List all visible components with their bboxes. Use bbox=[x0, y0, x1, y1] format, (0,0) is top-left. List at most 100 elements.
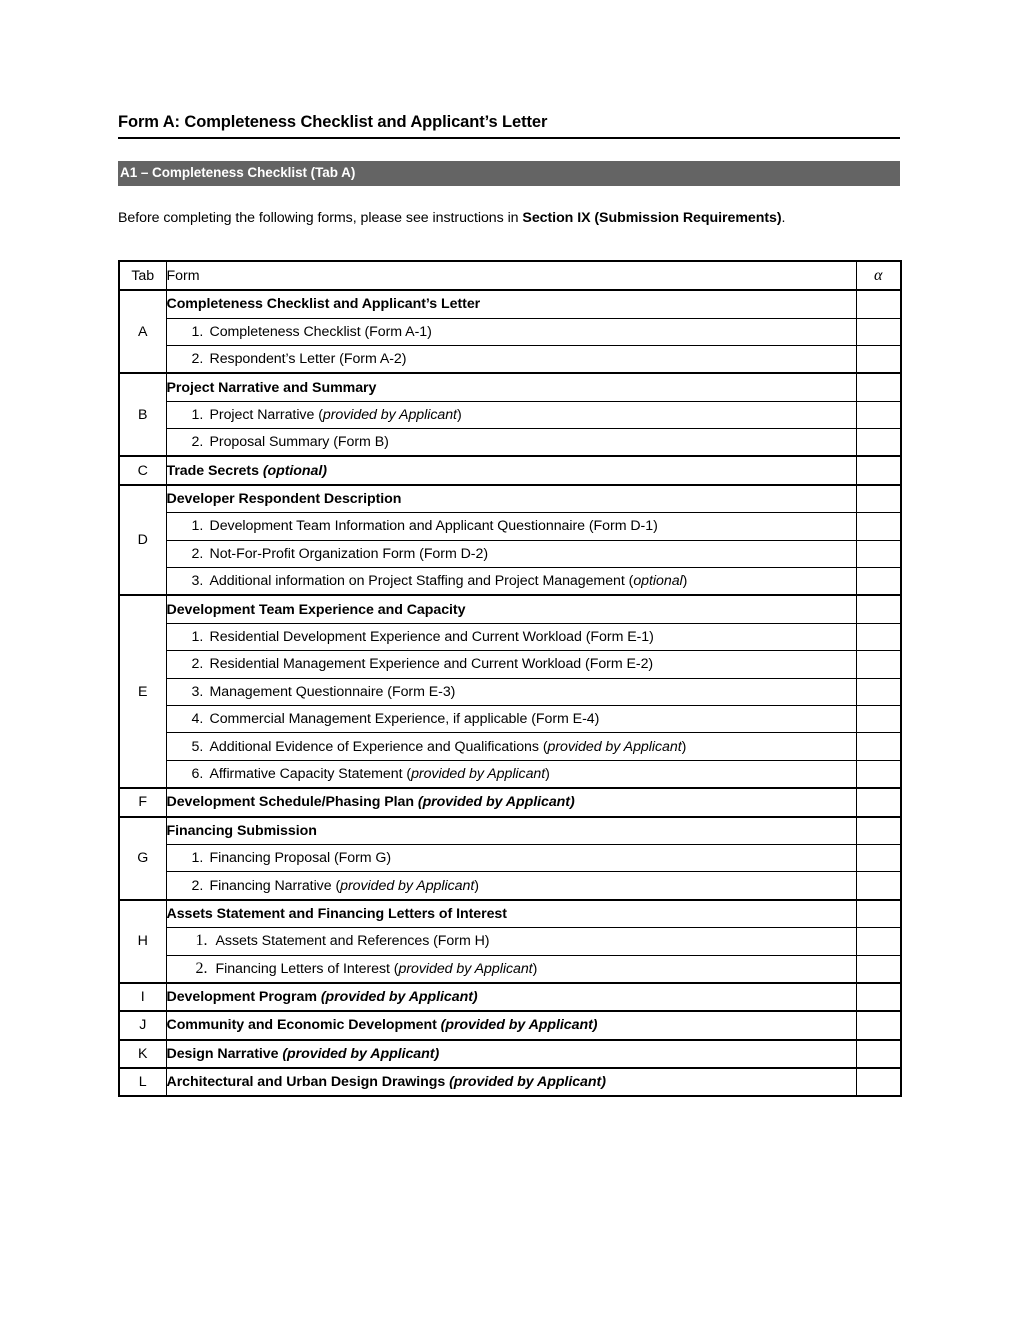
checkbox-cell[interactable] bbox=[855, 677, 902, 707]
checkbox-cell[interactable] bbox=[855, 594, 902, 624]
intro-text-before: Before completing the following forms, p… bbox=[118, 209, 523, 226]
checkbox-cell[interactable] bbox=[855, 927, 902, 956]
form-item-label: 1. Completeness Checklist (Form A-1) bbox=[165, 317, 857, 346]
checkbox-cell[interactable] bbox=[855, 512, 902, 541]
table-body: A Completeness Checklist and Applicant’s … bbox=[118, 289, 902, 1097]
form-group-label: Development Schedule/Phasing Plan (provi… bbox=[165, 787, 857, 818]
form-item-label: 2. Financing Narrative (provided by Appli… bbox=[165, 871, 857, 901]
checkbox-cell[interactable] bbox=[855, 344, 902, 374]
tab-letter-e: E bbox=[118, 594, 167, 789]
checkbox-cell[interactable] bbox=[855, 954, 902, 984]
form-group-label: Trade Secrets (optional) bbox=[165, 455, 857, 486]
form-item-label: 1. Residential Development Experience and… bbox=[165, 622, 857, 652]
item-text: Proposal Summary (Form B) bbox=[209, 434, 389, 451]
checkbox-cell[interactable] bbox=[855, 1067, 902, 1097]
table-row: 2. Residential Management Experience and … bbox=[119, 650, 902, 679]
document-content: Form A: Completeness Checklist and Appli… bbox=[118, 112, 902, 1098]
checkbox-cell[interactable] bbox=[855, 759, 902, 789]
item-text: Community and Economic Development bbox=[166, 1017, 441, 1034]
item-number: 1. bbox=[191, 518, 204, 535]
table-header-row: Tab Form α bbox=[118, 260, 902, 291]
table-row: 2. Financing Narrative (provided by Appli… bbox=[119, 871, 902, 901]
table-row: 1. Project Narrative (provided by Applica… bbox=[119, 400, 902, 430]
item-number: 2. bbox=[191, 656, 204, 673]
item-text-italic: provided by Applicant bbox=[547, 738, 682, 755]
table-row: A Completeness Checklist and Applicant’s … bbox=[118, 289, 902, 374]
item-text: Development Team Experience and Capacity bbox=[166, 601, 466, 618]
checkbox-cell[interactable] bbox=[855, 704, 902, 734]
table-row: 4. Commercial Management Experience, if a… bbox=[119, 704, 902, 734]
table-head: Tab Form α bbox=[118, 260, 902, 291]
tab-letter-d: D bbox=[118, 483, 167, 596]
item-text-italic: optional bbox=[633, 573, 683, 590]
checkbox-cell[interactable] bbox=[855, 1010, 902, 1041]
checkbox-cell[interactable] bbox=[855, 815, 902, 845]
form-item-label: 2. Not-For-Profit Organization Form (Form… bbox=[165, 539, 857, 569]
checkbox-cell[interactable] bbox=[855, 898, 902, 929]
tab-letter-j: J bbox=[118, 1010, 167, 1041]
item-text-tail: ) bbox=[682, 573, 688, 590]
table-row: J Community and Economic Development (pro… bbox=[118, 1010, 902, 1041]
table-row: L Architectural and Urban Design Drawings… bbox=[118, 1067, 902, 1097]
form-item-label: 1. Development Team Information and Appli… bbox=[165, 512, 857, 541]
checkbox-cell[interactable] bbox=[855, 372, 902, 402]
checkbox-cell[interactable] bbox=[855, 455, 902, 486]
item-text-italic: (provided by Applicant) bbox=[417, 794, 575, 811]
checkbox-cell[interactable] bbox=[855, 289, 902, 319]
item-text-tail: ) bbox=[681, 738, 687, 755]
intro-paragraph: Before completing the following forms, p… bbox=[118, 208, 900, 229]
item-text-tail: ) bbox=[532, 960, 538, 977]
item-number: 1. bbox=[191, 629, 204, 646]
item-text-italic: (provided by Applicant) bbox=[449, 1074, 606, 1091]
item-number: 2. bbox=[195, 959, 208, 977]
document-page: Form A: Completeness Checklist and Appli… bbox=[0, 0, 1020, 1320]
item-text: Development Team Information and Applica… bbox=[209, 518, 658, 535]
checkbox-cell[interactable] bbox=[855, 787, 902, 818]
item-text-italic: (provided by Applicant) bbox=[282, 1045, 440, 1062]
item-number: 6. bbox=[191, 765, 204, 782]
item-text: Financing Narrative ( bbox=[209, 877, 341, 894]
item-number: 4. bbox=[191, 711, 204, 728]
table-row: B Project Narrative and Summary bbox=[118, 372, 902, 457]
form-group-label: Completeness Checklist and Applicant’s L… bbox=[165, 289, 857, 319]
item-text: Financing Proposal (Form G) bbox=[209, 850, 392, 867]
table-row: I Development Program (provided by Applic… bbox=[118, 981, 902, 1012]
tab-letter-l: L bbox=[118, 1067, 167, 1097]
item-number: 3. bbox=[191, 683, 204, 700]
item-text: Completeness Checklist (Form A-1) bbox=[209, 323, 432, 340]
form-item-label: 2. Respondent’s Letter (Form A-2) bbox=[165, 344, 857, 374]
item-text-italic: provided by Applicant bbox=[398, 960, 533, 977]
checkbox-cell[interactable] bbox=[855, 539, 902, 569]
table-row: 1. Development Team Information and Appli… bbox=[119, 512, 902, 541]
item-text-italic: provided by Applicant bbox=[340, 877, 475, 894]
item-number: 1. bbox=[191, 850, 204, 867]
form-item-label: 5. Additional Evidence of Experience and … bbox=[165, 732, 857, 761]
form-item-label: 1. Financing Proposal (Form G) bbox=[165, 843, 857, 873]
checkbox-cell[interactable] bbox=[855, 732, 902, 761]
table-row: 1. Residential Development Experience and… bbox=[119, 622, 902, 652]
item-number: 3. bbox=[191, 573, 204, 590]
checkbox-cell[interactable] bbox=[855, 843, 902, 873]
tab-letter-h: H bbox=[118, 898, 167, 984]
checkbox-cell[interactable] bbox=[855, 317, 902, 346]
checkbox-cell[interactable] bbox=[855, 622, 902, 652]
checkbox-cell[interactable] bbox=[855, 1038, 902, 1069]
checkbox-cell[interactable] bbox=[855, 650, 902, 679]
table-row: E Development Team Experience and Capacit… bbox=[118, 594, 902, 789]
checkbox-cell[interactable] bbox=[855, 483, 902, 514]
item-text: Management Questionnaire (Form E-3) bbox=[209, 683, 456, 700]
form-group-label: Development Team Experience and Capacity bbox=[165, 594, 857, 624]
tab-letter-b: B bbox=[118, 372, 167, 457]
checkbox-cell[interactable] bbox=[855, 567, 902, 596]
item-text-tail: ) bbox=[545, 765, 550, 782]
intro-text-bold: Section IX (Submission Requirements) bbox=[522, 209, 782, 226]
checkbox-cell[interactable] bbox=[855, 400, 902, 430]
checkbox-cell[interactable] bbox=[855, 871, 902, 901]
item-text: Assets Statement and Financing Letters o… bbox=[166, 905, 507, 922]
table-row: 2. Financing Letters of Interest (provide… bbox=[119, 954, 902, 984]
form-item-label: 4. Commercial Management Experience, if a… bbox=[165, 704, 857, 734]
table-row: G Financing Submission bbox=[118, 815, 902, 901]
checkbox-cell[interactable] bbox=[855, 981, 902, 1012]
item-text: Financing Letters of Interest ( bbox=[215, 960, 399, 977]
checkbox-cell[interactable] bbox=[855, 428, 902, 457]
